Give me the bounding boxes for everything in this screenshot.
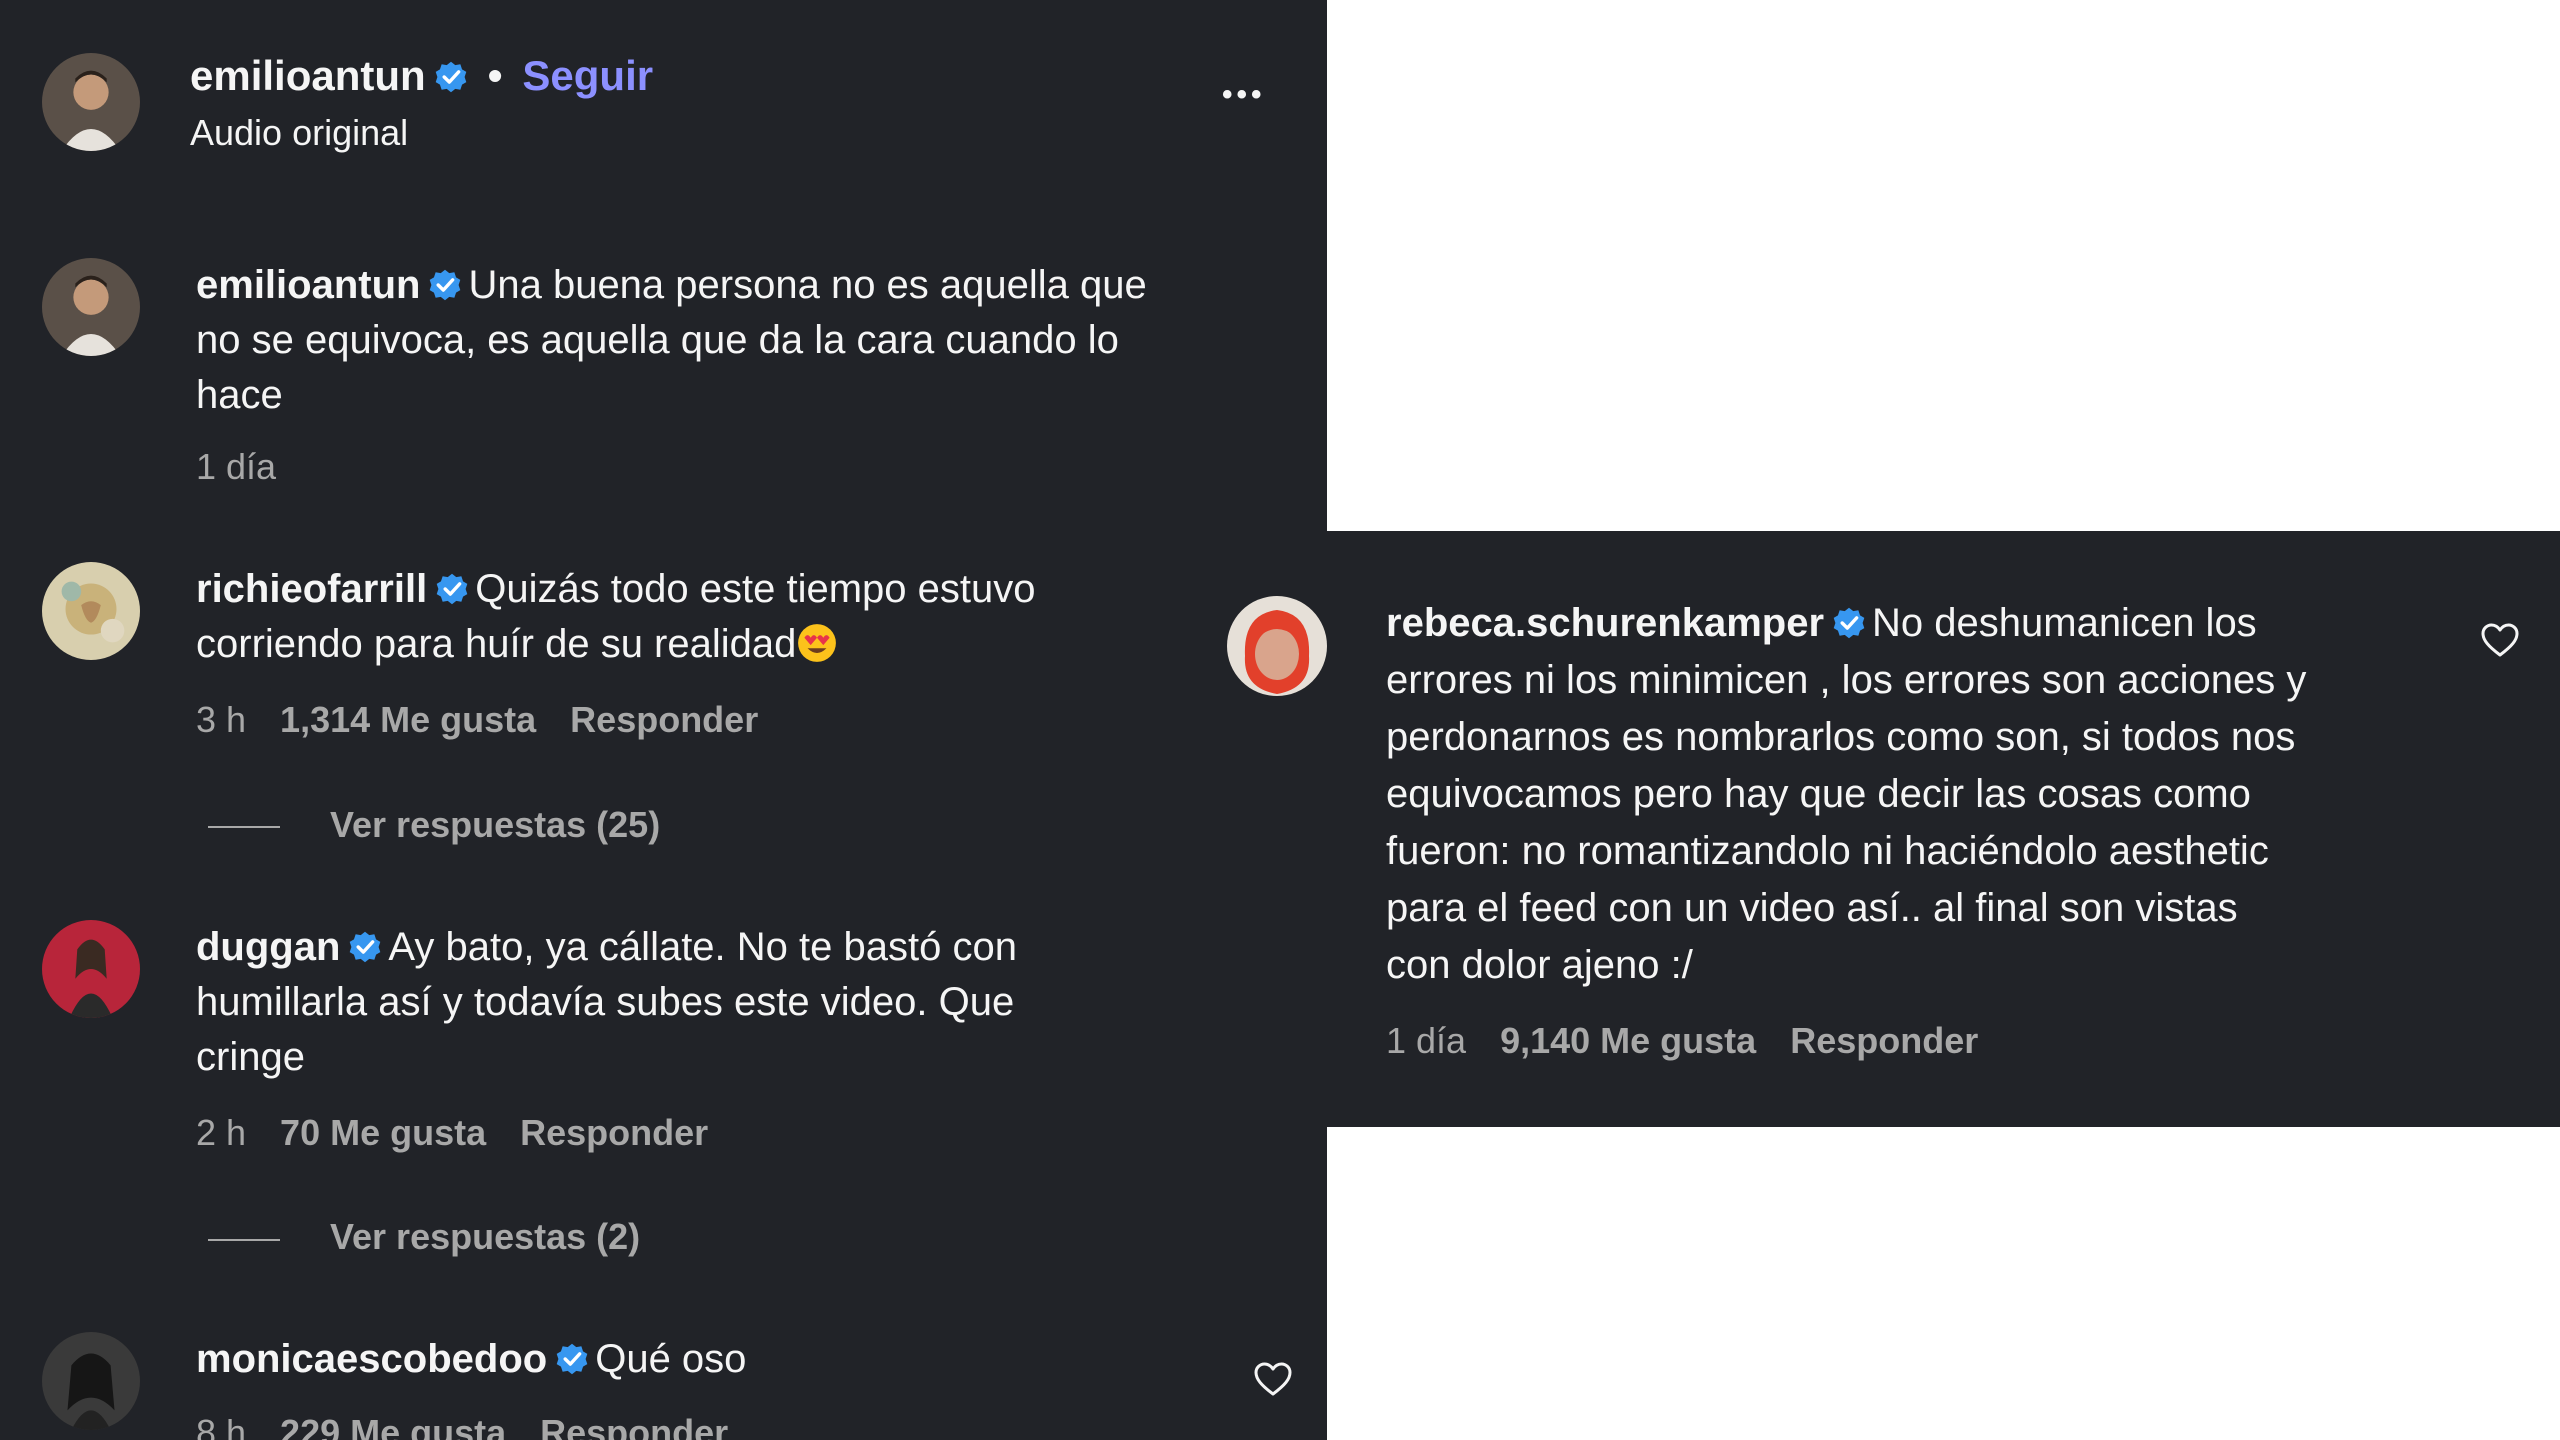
post-header: emilioantun • Seguir [190,50,653,102]
comment-body: duggan Ay bato, ya cállate. No te bastó c… [196,920,1276,1085]
comment-time: 2 h [196,1112,247,1153]
comment-text-line: hace [196,373,283,417]
comment-text-line: equivocamos pero hay que decir las cosas… [1386,772,2251,816]
comment-body: richieofarrill Quizás todo este tiempo es… [196,562,1276,672]
avatar-richieofarrill[interactable] [42,562,140,660]
more-options-icon[interactable]: ••• [1222,78,1266,112]
comment-text-line: Una buena persona no es aquella que [468,263,1147,307]
verified-badge-icon [555,1342,589,1376]
comment-time: 3 h [196,699,247,740]
verified-badge-icon [434,60,468,94]
avatar-monicaescobedoo[interactable] [42,1332,140,1430]
view-replies-button[interactable]: Ver respuestas (2) [330,1216,640,1258]
comment-body: emilioantun Una buena persona no es aquel… [196,258,1276,423]
comment-text-line: fueron: no romantizandolo ni haciéndolo … [1386,829,2269,873]
comment-text-line: corriendo para huír de su realidad [196,622,797,666]
comment-body: monicaescobedoo Qué oso [196,1332,1196,1387]
comment-text-line: con dolor ajeno :/ [1386,943,1693,987]
comment-likes[interactable]: 9,140 Me gusta [1500,1020,1756,1061]
comment-body: rebeca.schurenkamper No deshumanicen los … [1386,595,2446,994]
comment-likes[interactable]: 1,314 Me gusta [280,699,536,740]
comment-username[interactable]: monicaescobedoo [196,1337,547,1381]
comment-time: 8 h [196,1412,247,1440]
comment-text-line: Ay bato, ya cállate. No te bastó con [388,925,1017,969]
comments-panel-left: emilioantun • Seguir Audio original ••• em… [0,0,1327,1440]
comment-meta: 3 h 1,314 Me gusta Responder [196,699,792,741]
comment-username[interactable]: richieofarrill [196,567,427,611]
comment-username[interactable]: rebeca.schurenkamper [1386,601,1824,645]
comment-text-line: errores ni los minimicen , los errores s… [1386,658,2307,702]
comment-likes[interactable]: 229 Me gusta [280,1412,506,1440]
comment-meta: 1 día 9,140 Me gusta Responder [1386,1020,2012,1062]
verified-badge-icon [428,268,462,302]
verified-badge-icon [435,572,469,606]
comment-likes[interactable]: 70 Me gusta [280,1112,486,1153]
comment-text-line: cringe [196,1035,305,1079]
comment-time: 1 día [196,446,277,487]
avatar-emilioantun[interactable] [42,53,140,151]
comment-time: 1 día [1386,1020,1467,1061]
verified-badge-icon [1832,606,1866,640]
comment-text-line: no se equivoca, es aquella que da la car… [196,318,1119,362]
reply-button[interactable]: Responder [540,1412,728,1440]
comment-text-line: humillarla así y todavía subes este vide… [196,980,1015,1024]
comment-text-line: perdonarnos es nombrarlos como son, si t… [1386,715,2296,759]
comment-meta: 2 h 70 Me gusta Responder [196,1112,742,1154]
verified-badge-icon [348,930,382,964]
comment-text-line: Qué oso [595,1337,747,1381]
replies-divider [208,1239,280,1241]
avatar-rebeca-schurenkamper[interactable] [1227,596,1327,696]
avatar-emilioantun-comment[interactable] [42,258,140,356]
comment-text-line: No deshumanicen los [1872,601,2257,645]
comment-meta: 8 h 229 Me gusta Responder [196,1412,762,1440]
heart-eyes-emoji-icon [796,622,838,664]
heart-icon[interactable] [2480,621,2520,661]
comment-username[interactable]: duggan [196,925,340,969]
separator-dot: • [487,52,503,99]
comment-text-line: Quizás todo este tiempo estuvo [475,567,1036,611]
audio-original-link[interactable]: Audio original [190,112,408,154]
replies-divider [208,826,280,828]
comment-username[interactable]: emilioantun [196,263,420,307]
comment-text-line: para el feed con un video así.. al final… [1386,886,2238,930]
reply-button[interactable]: Responder [1790,1020,1978,1061]
header-username[interactable]: emilioantun [190,52,426,99]
reply-button[interactable]: Responder [570,699,758,740]
view-replies-button[interactable]: Ver respuestas (25) [330,804,660,846]
comment-meta: 1 día [196,446,310,488]
heart-icon[interactable] [1253,1360,1293,1400]
avatar-duggan[interactable] [42,920,140,1018]
follow-button[interactable]: Seguir [522,52,653,99]
reply-button[interactable]: Responder [520,1112,708,1153]
